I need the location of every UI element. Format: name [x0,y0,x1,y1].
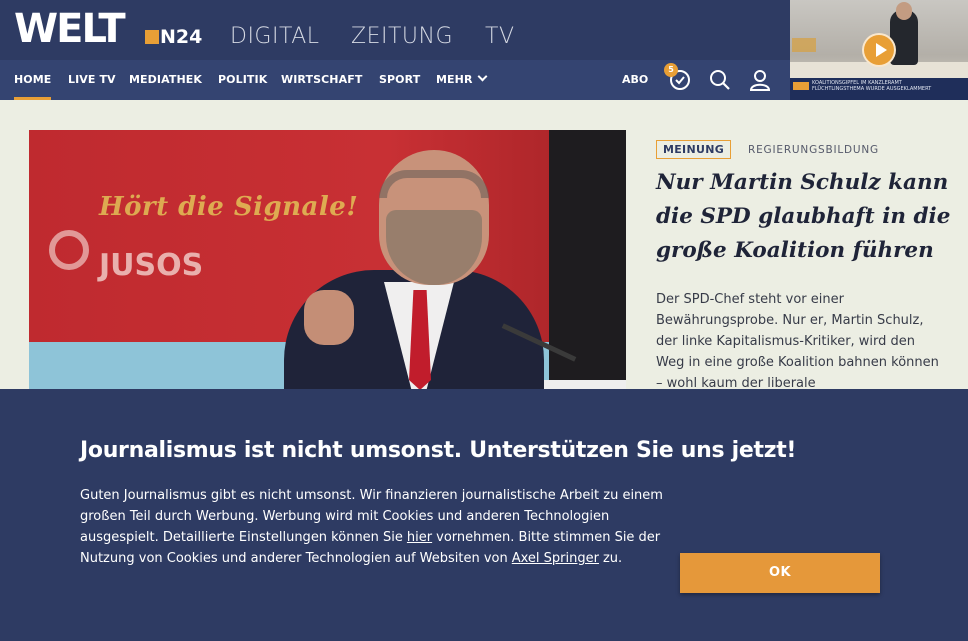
n24-label: N24 [160,26,203,48]
brand-link-digital[interactable]: DIGITAL [230,24,320,49]
play-icon[interactable] [862,33,896,67]
nav-item-mehr-label: MEHR [436,73,473,86]
welt-logo[interactable]: WELT [14,6,126,52]
search-button[interactable] [709,69,731,91]
site-header: WELT N24 DIGITAL ZEITUNG TV HOME LIVE TV… [0,0,968,100]
nav-item-wirtschaft[interactable]: WIRTSCHAFT [281,73,362,86]
image-person-fist [304,290,354,345]
tag-topic[interactable]: REGIERUNGSBILDUNG [748,144,879,156]
consent-link-hier[interactable]: hier [407,530,432,545]
consent-banner: Journalismus ist nicht umsonst. Unterstü… [0,389,968,641]
consent-text: Guten Journalismus gibt es nicht umsonst… [80,485,675,569]
nav-item-live-tv[interactable]: LIVE TV [68,73,116,86]
article-tags: MEINUNG REGIERUNGSBILDUNG [656,140,879,159]
chevron-down-icon [477,71,487,82]
nav-item-home[interactable]: HOME [14,73,52,100]
user-icon [749,70,771,91]
consent-link-axel-springer[interactable]: Axel Springer [512,551,599,566]
search-icon [710,70,730,90]
notification-badge: 5 [664,63,678,77]
article-image[interactable]: Hört die Signale! JUSOS [29,130,626,390]
brand-link-tv[interactable]: TV [485,24,515,49]
consent-text-part3: zu. [602,551,623,566]
consent-title: Journalismus ist nicht umsonst. Unterstü… [80,438,797,463]
nav-item-politik[interactable]: POLITIK [218,73,267,86]
account-button[interactable] [749,69,771,91]
abo-link[interactable]: ABO [622,73,648,86]
n24-logo[interactable]: N24 [145,26,202,48]
video-ticker-line2: FLÜCHTLINGSTHEMA WURDE AUSGEKLAMMERT [812,86,932,92]
video-ticker-text: KOALITIONSGIPFEL IM KANZLERAMT FLÜCHTLIN… [812,80,962,92]
video-anchor-head [896,2,912,20]
article-headline[interactable]: Nur Martin Schulz kann die SPD glaubhaft… [656,166,956,268]
nav-item-sport[interactable]: SPORT [379,73,420,86]
article-teaser: Der SPD-Chef steht vor einer Bewährungsp… [656,292,939,391]
n24-square-icon [145,30,159,44]
image-person-hair [379,170,489,198]
brand-row: WELT N24 DIGITAL ZEITUNG TV [0,0,790,60]
nav-item-mehr[interactable]: MEHR [436,71,487,86]
brand-link-zeitung[interactable]: ZEITUNG [351,24,453,49]
image-rose-logo [49,230,89,270]
image-sign-slogan: Hört die Signale! [99,192,359,222]
tag-meinung[interactable]: MEINUNG [656,140,732,159]
video-channel-logo [793,82,809,90]
image-sign-jusos: JUSOS [99,248,204,283]
ok-button[interactable]: OK [680,553,880,593]
nav-item-mediathek[interactable]: MEDIATHEK [129,73,202,86]
video-corner-graphic [792,38,816,52]
